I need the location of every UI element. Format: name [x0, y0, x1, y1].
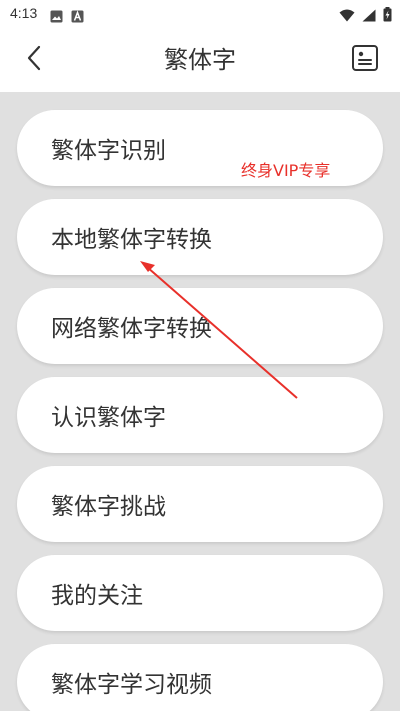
page-title: 繁体字: [164, 46, 236, 74]
a-badge-icon: [71, 8, 84, 27]
profile-card-icon: [351, 44, 379, 76]
image-icon: [50, 8, 63, 27]
status-bar: 4:13: [0, 0, 400, 28]
profile-button[interactable]: [349, 44, 381, 76]
signal-icon: [362, 7, 376, 26]
chevron-left-icon: [25, 45, 43, 75]
menu-item-local-conversion[interactable]: 本地繁体字转换: [17, 199, 383, 275]
menu-item-my-follows[interactable]: 我的关注: [17, 555, 383, 631]
menu-list: 繁体字识别 本地繁体字转换 网络繁体字转换 认识繁体字 繁体字挑战 我的关注 繁…: [0, 92, 400, 711]
status-time: 4:13: [10, 5, 38, 21]
menu-item-learning-videos[interactable]: 繁体字学习视频: [17, 644, 383, 711]
status-right-icons: [339, 7, 392, 26]
battery-charging-icon: [383, 7, 392, 26]
wifi-icon: [339, 7, 355, 26]
vip-badge: 终身VIP专享: [241, 161, 331, 180]
back-button[interactable]: [18, 44, 50, 76]
app-bar: 繁体字: [0, 28, 400, 92]
screen: 4:13 繁体字 繁体字识别 本地繁体字转换 网络繁体字转换 认识繁体字 繁体字…: [0, 0, 400, 711]
menu-item-learn-traditional[interactable]: 认识繁体字: [17, 377, 383, 453]
status-left-icons: [50, 8, 84, 27]
menu-item-traditional-challenge[interactable]: 繁体字挑战: [17, 466, 383, 542]
menu-item-online-conversion[interactable]: 网络繁体字转换: [17, 288, 383, 364]
